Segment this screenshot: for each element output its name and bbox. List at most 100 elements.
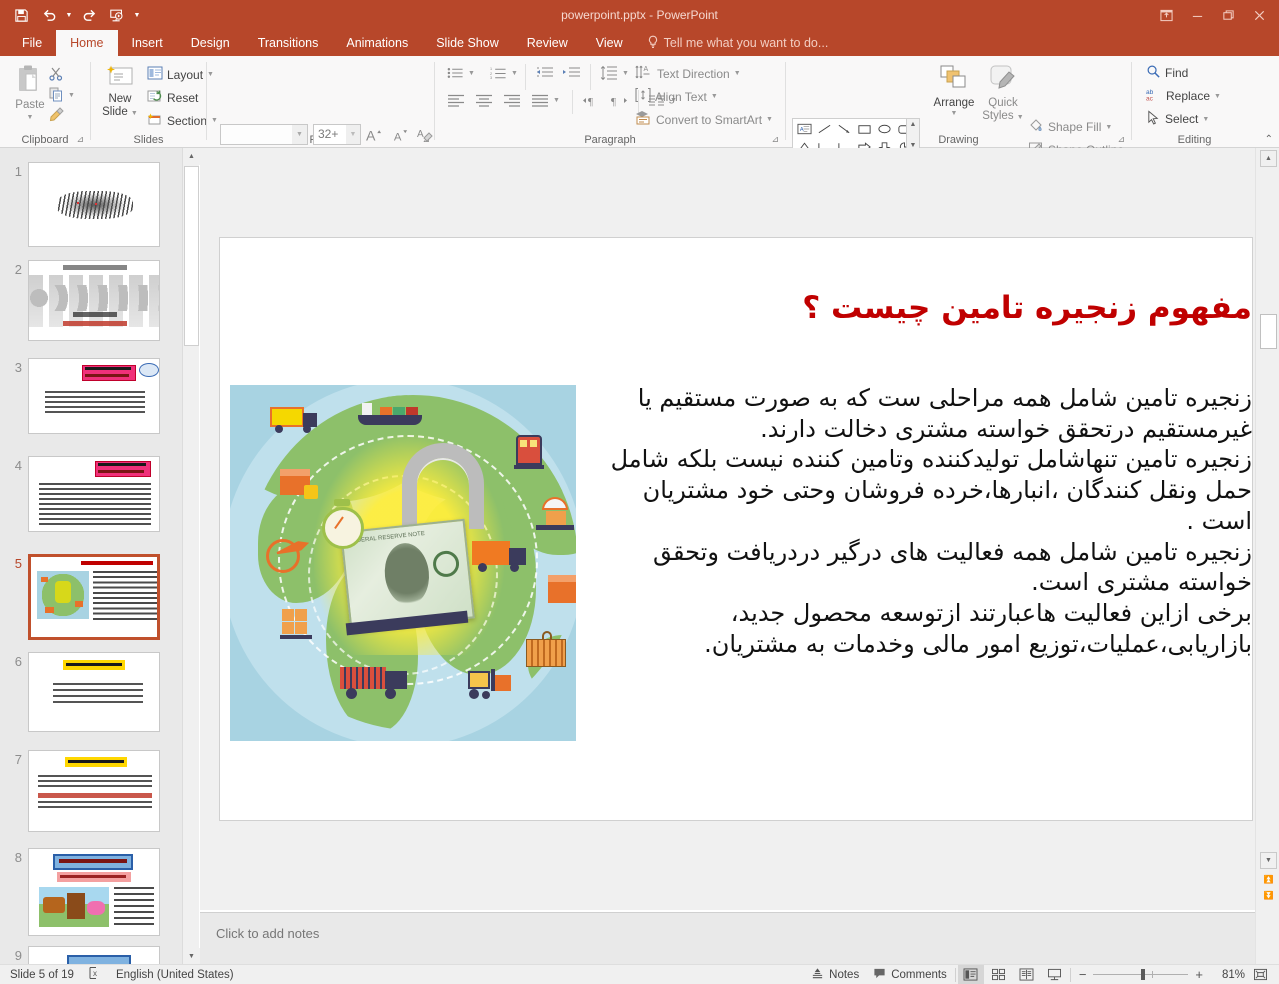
paragraph-dialog-launcher[interactable]: ⊿: [771, 134, 779, 145]
slide-thumbnail-3[interactable]: 3: [0, 358, 182, 434]
slide-thumbnail-preview[interactable]: [28, 162, 160, 247]
scroll-up-icon[interactable]: ▲: [1260, 150, 1277, 167]
scrollbar-thumb[interactable]: [184, 166, 199, 346]
minimize-icon[interactable]: [1182, 2, 1213, 28]
align-text-dropdown-icon[interactable]: ▼: [711, 93, 718, 100]
reading-view-button[interactable]: [1014, 965, 1040, 984]
notes-button[interactable]: Notes: [805, 965, 865, 984]
text-direction-button[interactable]: A Text Direction ▼: [635, 64, 741, 83]
next-slide-icon[interactable]: ⏬: [1260, 888, 1277, 902]
clipboard-dialog-launcher[interactable]: ⊿: [76, 134, 84, 145]
slide-thumbnail-preview[interactable]: [28, 456, 160, 532]
replace-dropdown-icon[interactable]: ▼: [1214, 93, 1221, 100]
editor-vertical-scrollbar[interactable]: ▲ ▼ ⏫ ⏬: [1255, 148, 1279, 965]
font-name-input[interactable]: ▼: [220, 124, 308, 145]
slide-canvas[interactable]: مفهوم زنجیره تامین چیست ؟ زنجیره تامین ش…: [220, 238, 1252, 820]
tab-transitions[interactable]: Transitions: [244, 30, 333, 56]
text-direction-dropdown-icon[interactable]: ▼: [734, 70, 741, 77]
slide-thumbnail-5[interactable]: 5: [0, 554, 182, 640]
ribbon-display-options-icon[interactable]: [1151, 2, 1182, 28]
notes-pane[interactable]: Click to add notes: [200, 912, 1255, 965]
cut-button[interactable]: [48, 66, 64, 85]
tell-me-box[interactable]: Tell me what you want to do...: [637, 30, 839, 56]
numbering-button[interactable]: 123 ▼: [490, 66, 518, 80]
font-name-dropdown-icon[interactable]: ▼: [292, 125, 307, 144]
scroll-up-icon[interactable]: ▲: [183, 148, 200, 165]
slide-body-text[interactable]: زنجیره تامین شامل همه مراحلی ست که به صو…: [590, 383, 1252, 659]
tab-review[interactable]: Review: [513, 30, 582, 56]
justify-button[interactable]: ▼: [531, 94, 560, 107]
font-size-dropdown-icon[interactable]: ▼: [346, 125, 360, 144]
slide-thumbnail-preview[interactable]: [28, 946, 160, 965]
bullets-button[interactable]: ▼: [447, 66, 475, 80]
notes-placeholder[interactable]: Click to add notes: [216, 926, 319, 941]
decrease-indent-button[interactable]: [535, 66, 553, 80]
slide-thumbnail-preview[interactable]: [28, 750, 160, 832]
slide-thumbnail-4[interactable]: 4: [0, 456, 182, 532]
justify-dropdown-icon[interactable]: ▼: [553, 97, 560, 104]
comments-button[interactable]: Comments: [867, 965, 953, 984]
scroll-down-icon[interactable]: ▼: [183, 948, 200, 965]
tab-slide-show[interactable]: Slide Show: [422, 30, 513, 56]
find-button[interactable]: Find: [1146, 64, 1188, 82]
line-spacing-dropdown-icon[interactable]: ▼: [622, 70, 629, 77]
slide-thumbnail-panel[interactable]: 1 2 3 4 5 6 7 8 9: [0, 148, 182, 965]
slide-thumbnail-preview[interactable]: [28, 554, 160, 640]
paste-button[interactable]: Paste ▼: [6, 64, 54, 121]
align-right-button[interactable]: [503, 94, 521, 107]
shapes-scroll-up-icon[interactable]: ▲: [910, 121, 917, 128]
slide-counter[interactable]: Slide 5 of 19: [10, 969, 74, 981]
arrange-button[interactable]: Arrange ▼: [930, 64, 978, 117]
slide-sorter-view-button[interactable]: [986, 965, 1012, 984]
align-left-button[interactable]: [447, 94, 465, 107]
zoom-out-button[interactable]: −: [1079, 967, 1094, 982]
increase-font-size-button[interactable]: A: [365, 126, 382, 147]
zoom-track[interactable]: [1093, 969, 1189, 980]
quick-styles-button[interactable]: Quick Styles ▼: [980, 64, 1026, 124]
shape-oval-icon[interactable]: [874, 120, 894, 138]
shape-text-box-icon[interactable]: A: [794, 120, 814, 138]
bullets-dropdown-icon[interactable]: ▼: [468, 70, 475, 77]
slide-thumbnail-8[interactable]: 8: [0, 848, 182, 936]
replace-button[interactable]: ab ac Replace ▼: [1146, 87, 1221, 105]
align-center-button[interactable]: [475, 94, 493, 107]
font-size-input[interactable]: 32+ ▼: [313, 124, 361, 145]
convert-to-smartart-button[interactable]: Convert to SmartArt ▼: [635, 110, 773, 129]
slide-thumbnail-preview[interactable]: [28, 260, 160, 341]
slide-thumbnail-6[interactable]: 6: [0, 652, 182, 732]
select-dropdown-icon[interactable]: ▼: [1202, 116, 1209, 123]
slide-thumbnail-7[interactable]: 7: [0, 750, 182, 832]
new-slide-button[interactable]: New Slide ▼: [97, 64, 143, 120]
tab-view[interactable]: View: [582, 30, 637, 56]
fit-to-window-button[interactable]: [1247, 965, 1273, 984]
collapse-ribbon-icon[interactable]: ⌃: [1265, 134, 1273, 145]
shape-fill-button[interactable]: Shape Fill ▼: [1028, 118, 1112, 136]
shape-line-icon[interactable]: [814, 120, 834, 138]
clear-formatting-button[interactable]: A: [416, 126, 434, 147]
reset-button[interactable]: Reset: [147, 89, 198, 106]
format-painter-button[interactable]: [48, 106, 66, 125]
copy-button[interactable]: ▼: [48, 86, 75, 105]
close-icon[interactable]: [1244, 2, 1275, 28]
ltr-text-direction-button[interactable]: ¶: [582, 94, 602, 107]
previous-slide-icon[interactable]: ⏫: [1260, 872, 1277, 886]
slide-thumbnail-9[interactable]: 9: [0, 946, 182, 965]
tab-insert[interactable]: Insert: [118, 30, 177, 56]
tab-home[interactable]: Home: [56, 30, 118, 56]
language-indicator[interactable]: English (United States): [116, 969, 234, 981]
slide-thumbnail-2[interactable]: 2: [0, 260, 182, 341]
scroll-down-icon[interactable]: ▼: [1260, 852, 1277, 869]
slide-show-view-button[interactable]: [1042, 965, 1068, 984]
slide-thumbnail-1[interactable]: 1: [0, 162, 182, 247]
rtl-text-direction-button[interactable]: ¶: [610, 94, 630, 107]
spell-check-icon[interactable]: x: [88, 966, 102, 983]
align-text-button[interactable]: Align Text ▼: [635, 87, 718, 106]
zoom-in-button[interactable]: +: [1188, 967, 1203, 982]
slide-title-text[interactable]: مفهوم زنجیره تامین چیست ؟: [582, 290, 1252, 327]
paste-dropdown-icon[interactable]: ▼: [27, 114, 34, 121]
arrange-dropdown-icon[interactable]: ▼: [951, 110, 958, 117]
numbering-dropdown-icon[interactable]: ▼: [511, 70, 518, 77]
zoom-slider[interactable]: − +: [1073, 967, 1209, 982]
select-button[interactable]: Select ▼: [1146, 110, 1209, 128]
slide-image-global-supply-chain[interactable]: FEDERAL RESERVE NOTE: [230, 385, 576, 741]
